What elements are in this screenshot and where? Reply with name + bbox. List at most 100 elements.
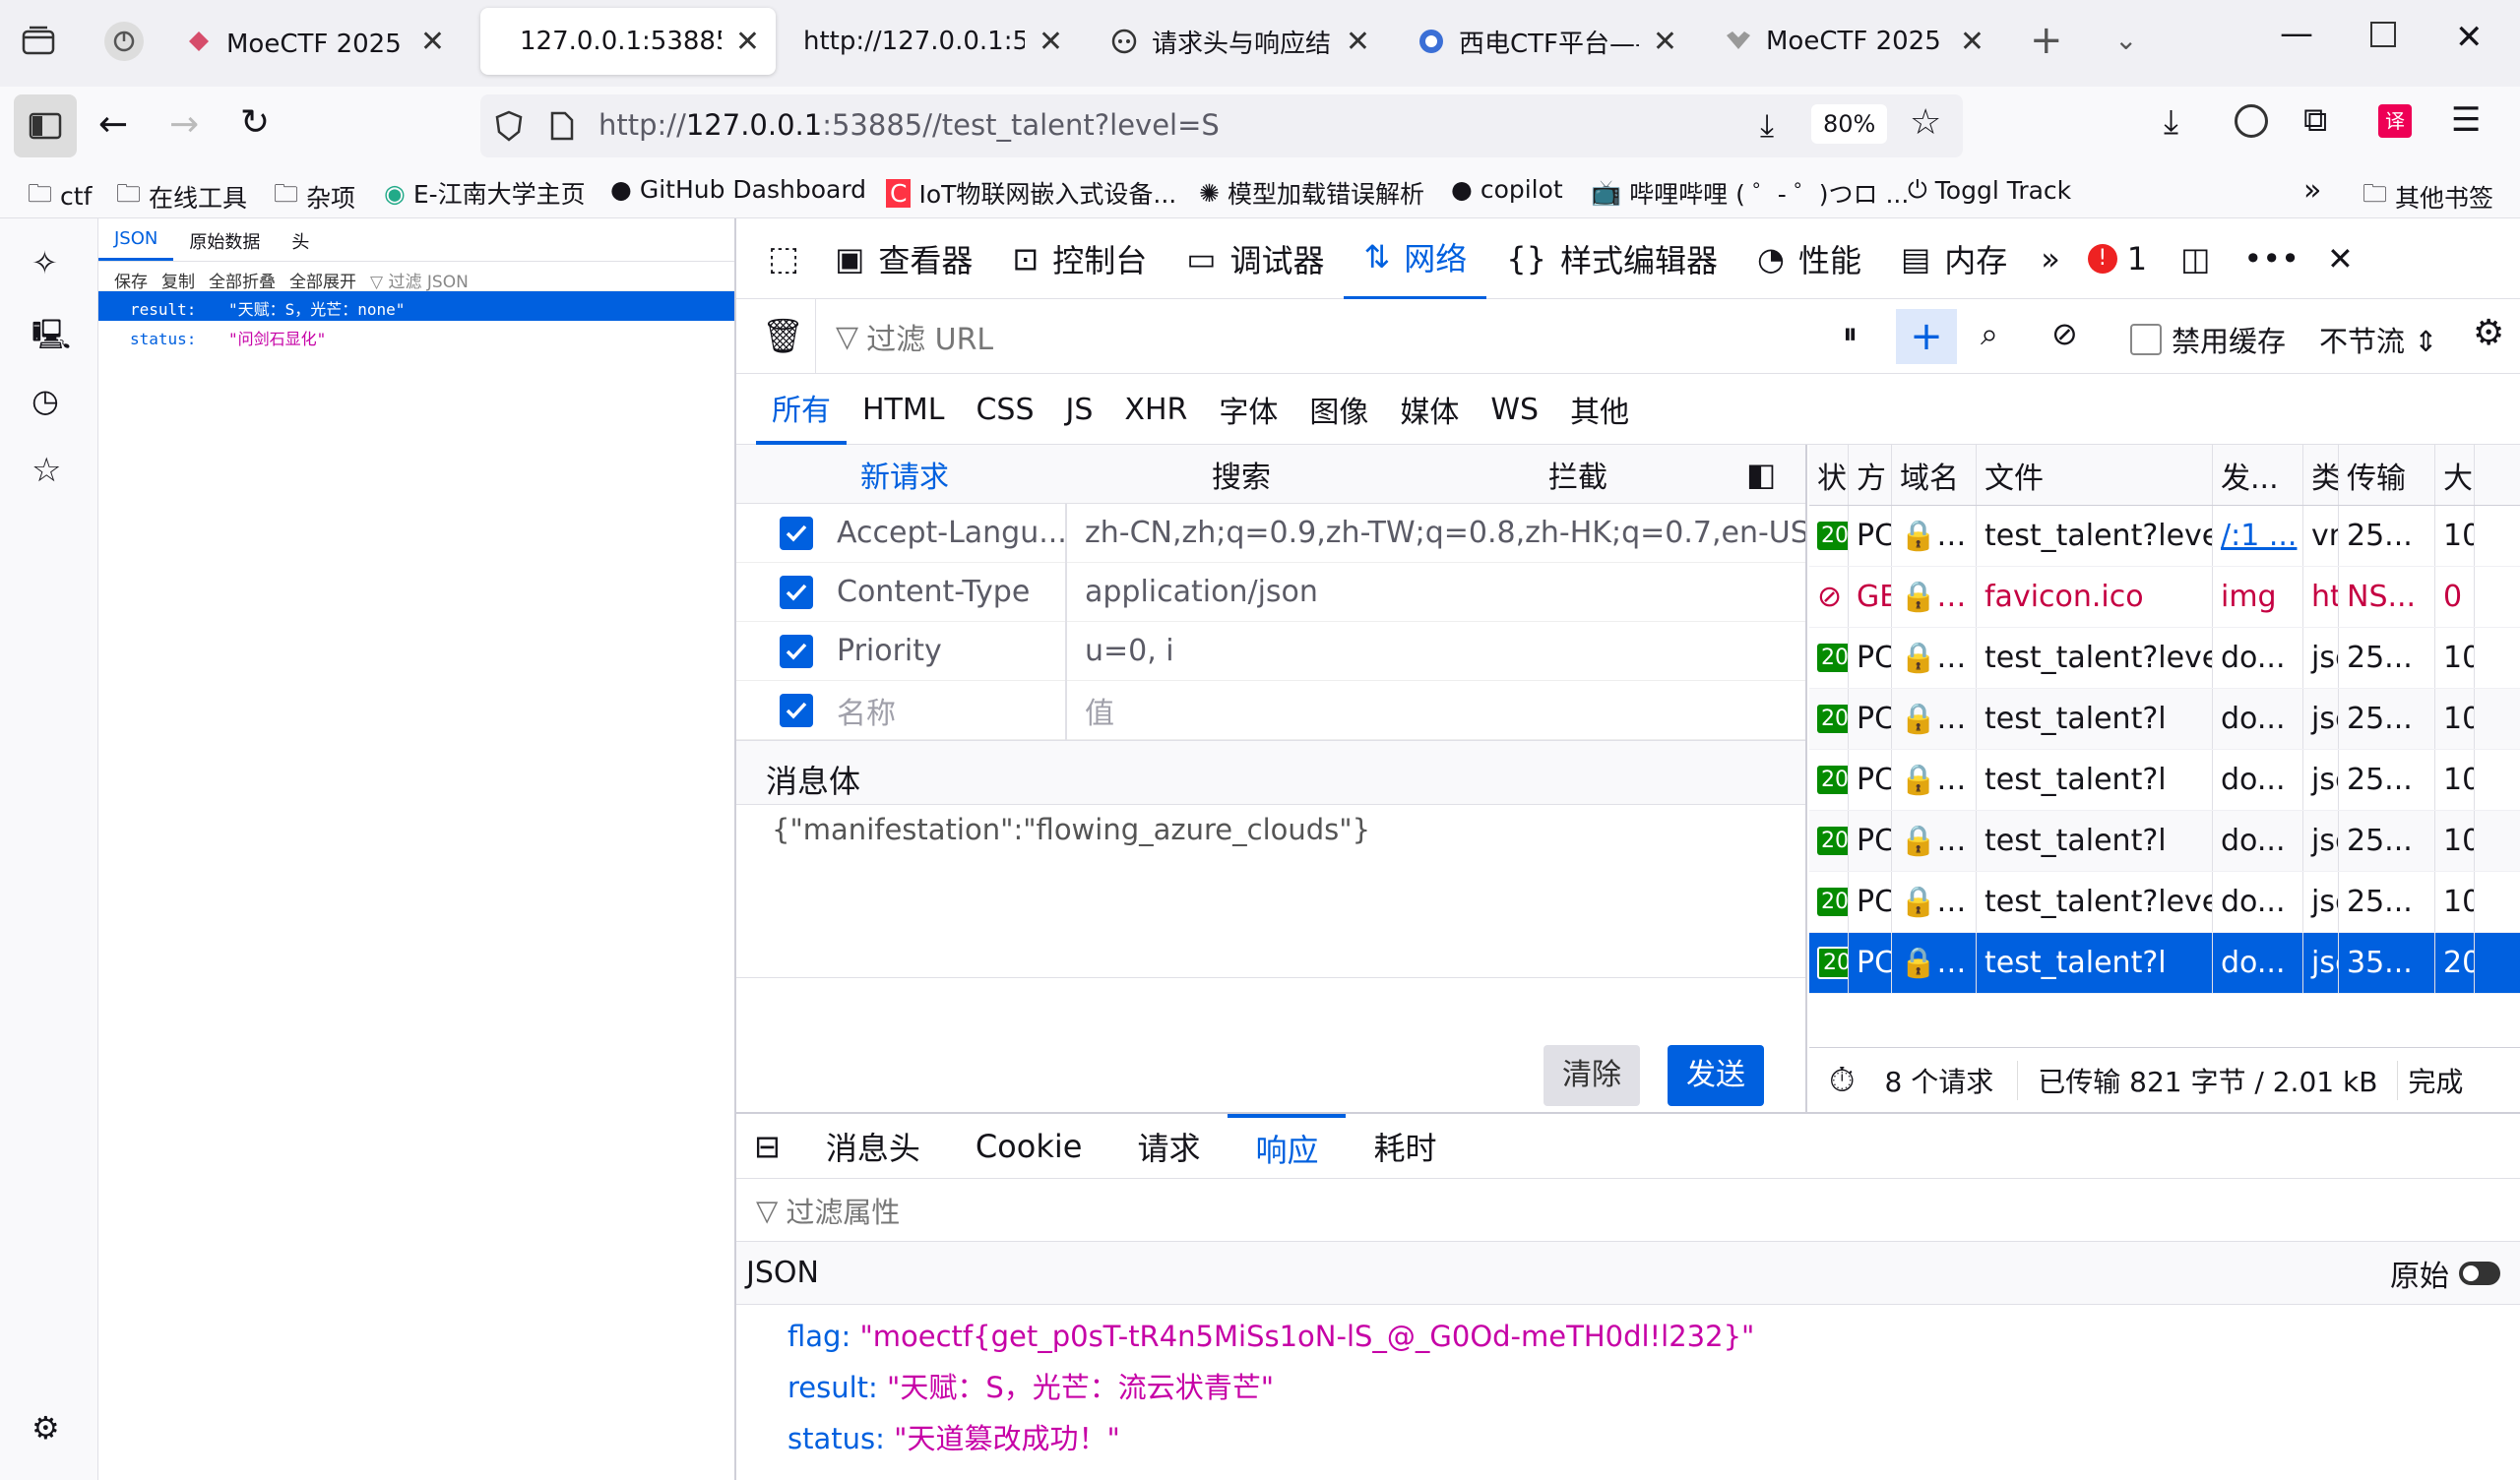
bookmark-github[interactable]: ● GitHub Dashboard — [610, 175, 866, 204]
request-row[interactable]: 20PC🔒 …test_talent?ldo...jsc25...10 — [1809, 689, 2520, 750]
bookmark-other[interactable]: 🗀 其他书签 — [2362, 175, 2493, 217]
bookmarks-overflow-icon[interactable]: » — [2303, 173, 2321, 208]
tab-timings[interactable]: 耗时 — [1346, 1114, 1464, 1179]
close-devtools-icon[interactable]: ✕ — [2313, 240, 2367, 278]
header-checkbox[interactable] — [780, 516, 813, 550]
clear-button[interactable]: 清除 — [1544, 1045, 1640, 1106]
pinned-tab-icon[interactable] — [104, 22, 144, 61]
close-window-button[interactable]: ✕ — [2455, 18, 2484, 57]
tab-memory[interactable]: ▤ 内存 — [1881, 218, 2027, 299]
tab-search[interactable]: 搜索 — [1073, 445, 1410, 503]
tab-style-editor[interactable]: {} 样式编辑器 — [1486, 218, 1737, 299]
trash-icon[interactable]: 🗑 — [762, 317, 804, 356]
translate-extension-icon[interactable]: 译 — [2378, 104, 2412, 138]
filter-json-input[interactable]: ▽ 过滤 JSON — [370, 268, 469, 292]
history-icon[interactable]: ◷ — [32, 382, 59, 419]
network-settings-icon[interactable]: ⚙ — [2473, 313, 2504, 353]
header-checkbox[interactable] — [780, 634, 813, 668]
error-count[interactable]: ! 1 — [2074, 240, 2161, 278]
column-method[interactable]: 方 — [1849, 445, 1892, 505]
copy-button[interactable]: 复制 — [161, 268, 195, 292]
column-transferred[interactable]: 传输 — [2339, 445, 2435, 505]
minimize-button[interactable]: — — [2280, 14, 2313, 53]
bookmark-bilibili[interactable]: 📺 哔哩哔哩 ( ゜- ゜)つロ ... — [1591, 175, 1909, 211]
bookmark-ctf[interactable]: 🗀 ctf — [28, 175, 92, 217]
type-js[interactable]: JS — [1050, 374, 1109, 445]
tab-cookie[interactable]: Cookie — [948, 1114, 1110, 1179]
body-editor[interactable]: {"manifestation":"flowing_azure_clouds"} — [736, 805, 1805, 978]
tab-raw-data[interactable]: 原始数据 — [173, 218, 276, 261]
settings-icon[interactable]: ⚙ — [32, 1409, 60, 1447]
save-page-icon[interactable]: ⤓ — [1760, 106, 1774, 145]
request-row[interactable]: 20PC🔒 …test_talent?ldo...jsc25...10 — [1809, 750, 2520, 811]
tab-localhost-2[interactable]: http://127.0.0.1:5388 ✕ — [788, 8, 1079, 75]
column-domain[interactable]: 域名 — [1892, 445, 1977, 505]
raw-toggle[interactable] — [2459, 1261, 2500, 1285]
tab-overflow-chevron-icon[interactable]: ⌄ — [2114, 24, 2137, 56]
dock-icon[interactable]: ◫ — [2161, 240, 2230, 278]
tab-moectf-web[interactable]: MoeCTF 2025 We ✕ — [1709, 8, 2000, 75]
tab-headers[interactable]: 头 — [276, 218, 325, 261]
column-status[interactable]: 状 — [1809, 445, 1849, 505]
bookmark-misc[interactable]: 🗀 杂项 — [274, 175, 355, 217]
tab-console[interactable]: ⊡ 控制台 — [992, 218, 1166, 299]
download-icon[interactable]: ⤓ — [2164, 102, 2178, 142]
tab-new-request[interactable]: 新请求 — [736, 445, 1073, 503]
type-html[interactable]: HTML — [847, 374, 960, 445]
toggle-panel-icon[interactable]: ⊟ — [736, 1128, 798, 1165]
column-file[interactable]: 文件 — [1977, 445, 2213, 505]
request-row[interactable]: ⊘GE🔒 …favicon.icoimghtıNS...0 ≒ — [1809, 567, 2520, 628]
close-icon[interactable]: ✕ — [1653, 25, 1677, 59]
column-initiator[interactable]: 发... — [2213, 445, 2303, 505]
more-options-icon[interactable]: ••• — [2230, 240, 2313, 278]
bookmark-tools[interactable]: 🗀 在线工具 — [116, 175, 247, 217]
tab-inspector[interactable]: ▣ 查看器 — [815, 218, 992, 299]
search-icon[interactable]: ⌕ — [1981, 315, 1998, 353]
sidebar-toggle-icon[interactable] — [14, 94, 77, 157]
tab-moectf[interactable]: MoeCTF 2025 - 西 ✕ — [169, 8, 461, 75]
synced-tabs-icon[interactable]: 🖳 — [32, 313, 71, 363]
bookmark-toggl[interactable]: ⏻ Toggl Track — [1908, 175, 2071, 205]
header-checkbox[interactable] — [780, 693, 813, 727]
type-image[interactable]: 图像 — [1293, 374, 1384, 445]
tab-localhost-active[interactable]: 127.0.0.1:53885// ✕ — [480, 8, 776, 75]
new-tab-button[interactable]: + — [2030, 18, 2063, 63]
type-media[interactable]: 媒体 — [1384, 374, 1475, 445]
header-name-placeholder[interactable]: 名称 — [837, 689, 1065, 732]
request-row[interactable]: 20PC🔒 …test_talent?level=do...jsc25...10 — [1809, 628, 2520, 689]
save-button[interactable]: 保存 — [114, 268, 148, 292]
element-picker-icon[interactable]: ⬚ — [752, 239, 815, 278]
response-row-flag[interactable]: flag: "moectf{get_p0sT-tR4n5MiSs1oN-lS_@… — [788, 1311, 2520, 1362]
close-icon[interactable]: ✕ — [420, 25, 445, 59]
bookmark-iot[interactable]: C IoT物联网嵌入式设备... — [886, 175, 1176, 211]
tab-request-headers[interactable]: 请求头与响应结果 ✕ — [1095, 8, 1386, 75]
tab-xidian-ctf[interactable]: 西电CTF平台—— ✕ — [1402, 8, 1693, 75]
tab-json[interactable]: JSON — [98, 218, 174, 261]
column-size[interactable]: 大 — [2435, 445, 2475, 505]
url-bar[interactable]: http://127.0.0.1:53885//test_talent?leve… — [480, 94, 1963, 157]
response-row-result[interactable]: result: "天赋：S，光芒：流云状青芒" — [788, 1362, 2520, 1413]
header-value-placeholder[interactable]: 值 — [1065, 680, 1805, 740]
tab-network[interactable]: ⇅ 网络 — [1344, 218, 1487, 299]
more-tools-icon[interactable]: » — [2027, 240, 2074, 278]
header-checkbox[interactable] — [780, 575, 813, 609]
throttle-select[interactable]: 不节流 ⇕ — [2319, 319, 2438, 360]
account-icon[interactable] — [2235, 104, 2268, 138]
pause-icon[interactable]: ⏸ — [1843, 317, 1858, 351]
request-row[interactable]: 20PC🔒 …test_talent?level=do...jsc25...10 — [1809, 872, 2520, 933]
collapse-all-button[interactable]: 全部折叠 — [209, 268, 276, 292]
expand-all-button[interactable]: 全部展开 — [289, 268, 356, 292]
json-row[interactable]: status: "问剑石显化" — [98, 321, 734, 350]
new-request-button[interactable]: + — [1896, 309, 1957, 364]
request-row[interactable]: 20PC🔒 …test_talent?level=/:1 ...vn25...1… — [1809, 506, 2520, 567]
reload-icon[interactable]: ↻ — [240, 102, 270, 143]
restore-button[interactable] — [2370, 22, 2396, 47]
filter-url-input[interactable]: ▽ 过滤 URL — [815, 299, 1563, 374]
bookmark-model[interactable]: ✺ 模型加载错误解析 — [1199, 175, 1424, 211]
menu-icon[interactable]: ☰ — [2451, 100, 2481, 140]
tab-request[interactable]: 请求 — [1109, 1114, 1228, 1179]
send-button[interactable]: 发送 — [1668, 1045, 1764, 1106]
filter-properties-input[interactable]: ▽ 过滤属性 — [736, 1179, 2520, 1242]
request-row[interactable]: 20PC🔒 …test_talent?ldo...jsc35...20 — [1809, 933, 2520, 994]
close-icon[interactable]: ✕ — [1039, 25, 1063, 59]
